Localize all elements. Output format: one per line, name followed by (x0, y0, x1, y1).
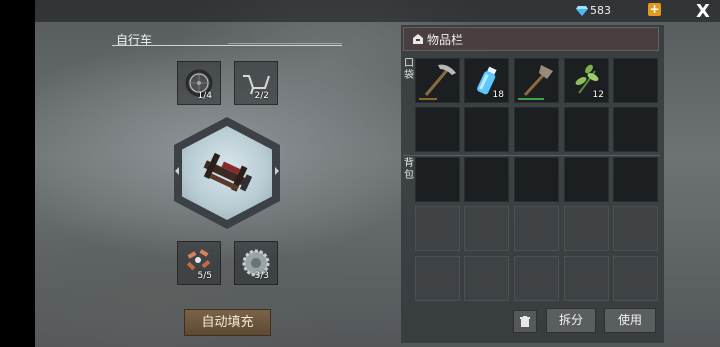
backpack-slot-locked[interactable] (514, 206, 559, 251)
backpack-slot-empty[interactable] (564, 157, 609, 202)
pocket-slot-empty[interactable] (613, 58, 658, 103)
backpack-slot-locked[interactable] (415, 206, 460, 251)
backpack-slot-locked[interactable] (415, 256, 460, 301)
add-gems-button[interactable]: + (648, 3, 661, 16)
close-button[interactable]: X (694, 2, 712, 22)
title-underline-accent (228, 43, 342, 44)
pocket-slot-empty[interactable] (415, 107, 460, 152)
pocket-slot-empty[interactable] (613, 107, 658, 152)
component-slot-pedal-parts[interactable]: 5/5 (177, 241, 221, 285)
backpack-slot-empty[interactable] (613, 157, 658, 202)
pocket-slot-empty[interactable] (464, 107, 509, 152)
component-count: 5/5 (197, 271, 212, 281)
craft-preview-frame (174, 117, 280, 229)
backpack-slot-empty[interactable] (514, 157, 559, 202)
component-slot-wheel[interactable]: 1/4 (177, 61, 221, 105)
inventory-header: 物品栏 (403, 27, 659, 51)
backpack-slot-locked[interactable] (464, 206, 509, 251)
pocket-slot-empty[interactable] (514, 107, 559, 152)
diamond-icon (576, 5, 588, 16)
title-underline (112, 45, 342, 46)
pocket-label: 口袋 (404, 58, 414, 81)
backpack-slot-locked[interactable] (564, 256, 609, 301)
backpack-label: 背包 (404, 158, 414, 181)
next-arrow-icon[interactable] (275, 167, 279, 175)
item-count: 12 (592, 90, 604, 100)
item-count: 18 (492, 90, 504, 100)
pocket-slot-fiber[interactable]: 12 (564, 58, 609, 103)
component-count: 2/2 (254, 91, 269, 101)
pocket-slot-hatchet[interactable] (514, 58, 559, 103)
durability-bar (419, 98, 437, 100)
pocket-slot-empty[interactable] (564, 107, 609, 152)
component-count: 1/4 (197, 91, 212, 101)
pocket-slot-pickaxe[interactable] (415, 58, 460, 103)
component-slot-gear[interactable]: 3/3 (234, 241, 278, 285)
component-slot-handlebar[interactable]: 2/2 (234, 61, 278, 105)
gem-count: 583 (590, 4, 611, 17)
backpack-slot-locked[interactable] (464, 256, 509, 301)
backpack-slot-locked[interactable] (514, 256, 559, 301)
split-button[interactable]: 拆分 (546, 308, 596, 333)
trash-button[interactable] (513, 310, 537, 333)
backpack-slot-locked[interactable] (564, 206, 609, 251)
auto-fill-button[interactable]: 自动填充 (184, 309, 271, 336)
backpack-slot-empty[interactable] (415, 157, 460, 202)
component-count: 3/3 (254, 271, 269, 281)
section-divider (403, 155, 660, 156)
pocket-slot-water[interactable]: 18 (464, 58, 509, 103)
backpack-slot-locked[interactable] (613, 256, 658, 301)
backpack-icon (413, 34, 423, 44)
gem-counter: 583 (576, 4, 611, 17)
backpack-slot-locked[interactable] (613, 206, 658, 251)
durability-bar (518, 98, 544, 100)
top-bar (35, 0, 720, 22)
inventory-title: 物品栏 (427, 32, 464, 47)
use-button[interactable]: 使用 (604, 308, 656, 333)
prev-arrow-icon[interactable] (175, 167, 179, 175)
backpack-slot-empty[interactable] (464, 157, 509, 202)
trash-icon (520, 316, 530, 327)
